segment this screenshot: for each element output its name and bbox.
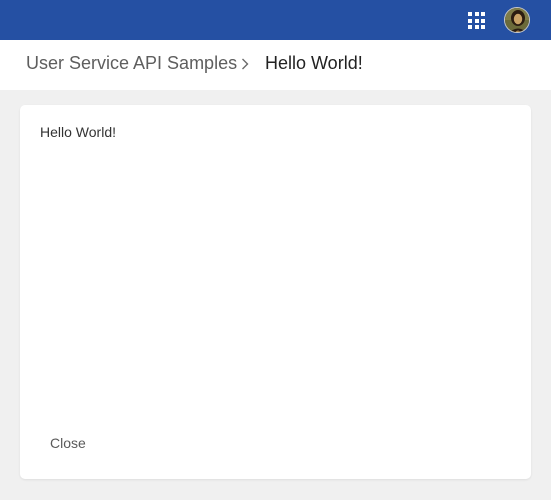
chevron-right-icon xyxy=(242,58,249,70)
top-app-bar xyxy=(0,0,551,40)
content-panel: Hello World! Close xyxy=(20,105,531,479)
user-avatar[interactable] xyxy=(504,7,530,33)
breadcrumb-parent-link[interactable]: User Service API Samples xyxy=(26,53,237,74)
panel-message: Hello World! xyxy=(40,124,116,140)
apps-grid-icon[interactable] xyxy=(468,12,485,29)
breadcrumb: User Service API Samples Hello World! xyxy=(0,40,551,90)
close-button[interactable]: Close xyxy=(38,429,98,457)
breadcrumb-current-page: Hello World! xyxy=(265,53,363,73)
avatar-portrait-icon xyxy=(505,8,529,32)
